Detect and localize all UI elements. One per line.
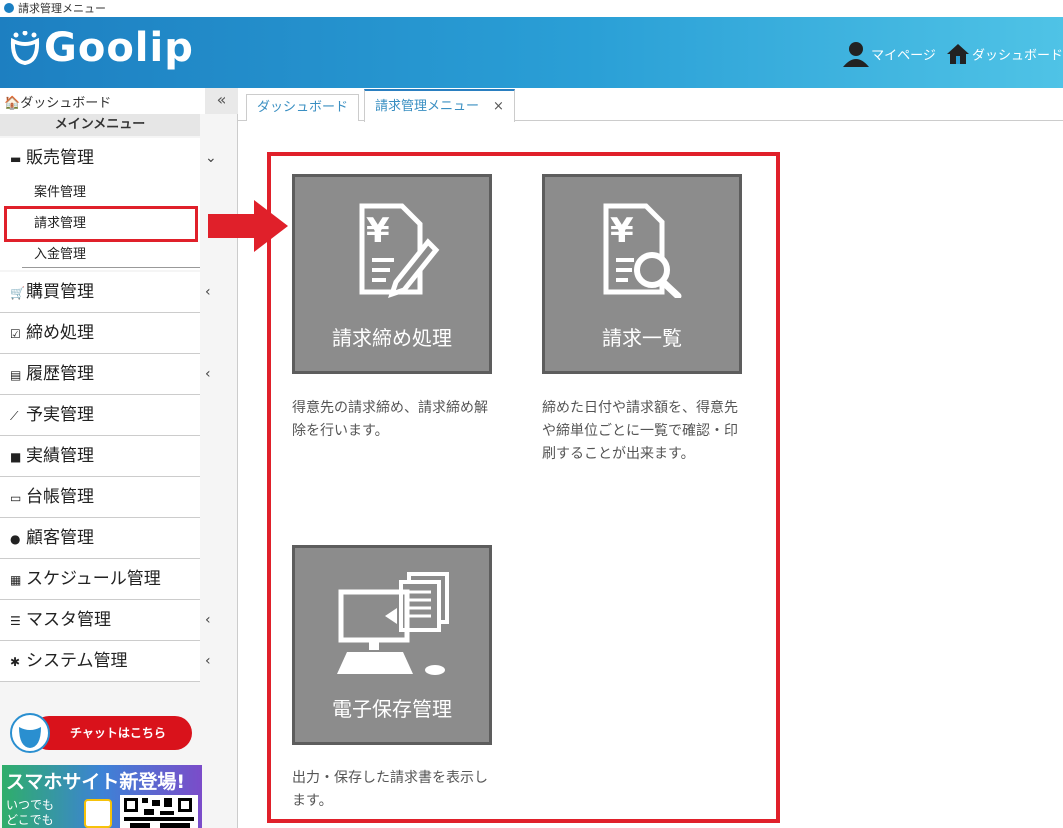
highlight-box-invoice-menu [4,206,198,242]
banner-subtitle: いつでも どこでも [6,798,54,828]
tab-label: 請求管理メニュー [375,99,480,114]
sidebar-item-label: 顧客管理 [26,528,94,548]
sidebar-item-label: マスタ管理 [26,610,111,630]
chat-button[interactable]: チャットはこちら [10,713,192,753]
phone-icon [84,799,112,828]
chevron-left-icon: ‹ [205,284,211,300]
sidebar-item-customers[interactable]: ● 顧客管理 [0,518,200,559]
card-label: 請求締め処理 [332,326,452,350]
logo-text: Goolip [44,25,194,71]
mypage-link[interactable]: マイページ [871,49,936,64]
tab-bar: ダッシュボード 請求管理メニュー × [238,88,1063,122]
banner-title: スマホサイト新登場! [6,771,186,793]
user-icon [843,42,870,67]
sidebar-item-results[interactable]: ■ 実績管理 [0,436,200,477]
linechart-icon: ⟋ [10,409,19,423]
app-header: Goolip マイページ ダッシュボード [0,17,1063,88]
sidebar-item-label: 台帳管理 [26,487,94,507]
sidebar-item-label: 販売管理 [26,148,94,168]
book-icon: ▭ [10,491,22,505]
sidebar-item-purchase[interactable]: 🛒購買管理 ‹ [0,272,211,313]
card-invoice-list[interactable]: ¥ 請求一覧 [542,174,742,374]
header-links: マイページ ダッシュボード [843,41,1063,67]
calendar-icon: ▦ [10,573,22,587]
sidebar-item-label: スケジュール管理 [26,569,161,589]
chevron-down-icon: ⌄ [205,150,217,166]
computer-document-icon [337,572,449,675]
sidebar-item-master[interactable]: ☰ マスタ管理 ‹ [0,600,211,641]
bookmark-icon: ■ [10,450,22,464]
tulip-logo-icon [10,31,40,65]
main-menu-heading: メインメニュー [0,114,200,136]
divider [22,267,200,268]
banner-line-2: どこでも [6,813,54,827]
chevron-left-icon: ‹ [205,612,211,628]
sidebar-dashboard-label: ダッシュボード [20,96,112,111]
ledger-icon: ▤ [10,368,22,382]
database-icon: ☰ [10,614,21,628]
window-titlebar: 請求管理メニュー [0,0,1063,17]
card-description: 得意先の請求締め、請求締め解除を行います。 [292,400,488,439]
sidebar-item-label: 購買管理 [26,282,94,302]
banner-line-1: いつでも [6,798,55,812]
home-icon: 🏠 [4,96,21,111]
cart-icon: 🛒 [10,286,25,300]
sidebar-item-ledger[interactable]: ▭ 台帳管理 [0,477,200,518]
checkbox-icon: ☑ [10,327,21,341]
tab-invoice-menu[interactable]: 請求管理メニュー × [364,89,515,122]
tab-dashboard[interactable]: ダッシュボード [246,94,360,121]
invoice-search-icon: ¥ [603,203,682,298]
chevron-left-icon: ‹ [205,653,211,669]
svg-text:¥: ¥ [610,211,634,251]
goolip-logo[interactable]: Goolip [10,25,194,71]
sidebar-item-label: 締め処理 [26,323,94,343]
chat-button-label: チャットはこちら [32,716,192,750]
card-description: 締めた日付や請求額を、得意先や締単位ごとに一覧で確認・印刷することが出来ます。 [542,400,738,462]
qr-code-icon [120,795,198,828]
sidebar-subitem-projects[interactable]: 案件管理 [0,177,200,208]
sidebar-item-label: 履歴管理 [26,364,94,384]
sidebar-item-label: システム管理 [26,651,128,671]
invoice-edit-icon: ¥ [359,203,440,298]
card-invoice-closing[interactable]: ¥ 請求締め処理 [292,174,492,374]
sidebar-item-history[interactable]: ▤ 履歴管理 ‹ [0,354,211,395]
sidebar-item-closing[interactable]: ☑ 締め処理 [0,313,200,354]
card-label: 電子保存管理 [332,697,452,721]
sidebar-item-label: 予実管理 [26,405,94,425]
svg-text:¥: ¥ [366,211,390,251]
register-icon: ▬ [10,152,22,166]
chat-mascot-icon [10,713,50,753]
card-description: 出力・保存した請求書を表示します。 [292,770,488,809]
sidebar-item-budget[interactable]: ⟋ 予実管理 [0,395,200,436]
sidebar-collapse-button[interactable]: « [205,88,238,114]
sidebar-item-schedule[interactable]: ▦ スケジュール管理 [0,559,200,600]
card-label: 請求一覧 [602,326,682,350]
dashboard-link[interactable]: ダッシュボード [972,49,1063,64]
sidebar-item-system[interactable]: ✱ システム管理 ‹ [0,641,211,682]
sidebar-item-sales[interactable]: ▬ 販売管理 ⌄ [0,138,217,179]
sidebar-item-label: 実績管理 [26,446,94,466]
users-icon: ● [10,532,21,546]
window-title: 請求管理メニュー [18,2,106,15]
sidebar-dashboard-link[interactable]: 🏠ダッシュボード [4,92,111,111]
card-electronic-storage[interactable]: 電子保存管理 [292,545,492,745]
sidebar-top: 🏠ダッシュボード « [0,88,238,114]
smartphone-site-banner[interactable]: スマホサイト新登場! いつでも どこでも [2,765,202,828]
gear-icon: ✱ [10,655,21,669]
close-icon[interactable]: × [493,99,504,114]
app-icon [4,3,14,13]
chevron-left-icon: ‹ [205,366,211,382]
sidebar-subitem-payments[interactable]: 入金管理 [0,239,200,270]
home-icon [946,44,969,64]
